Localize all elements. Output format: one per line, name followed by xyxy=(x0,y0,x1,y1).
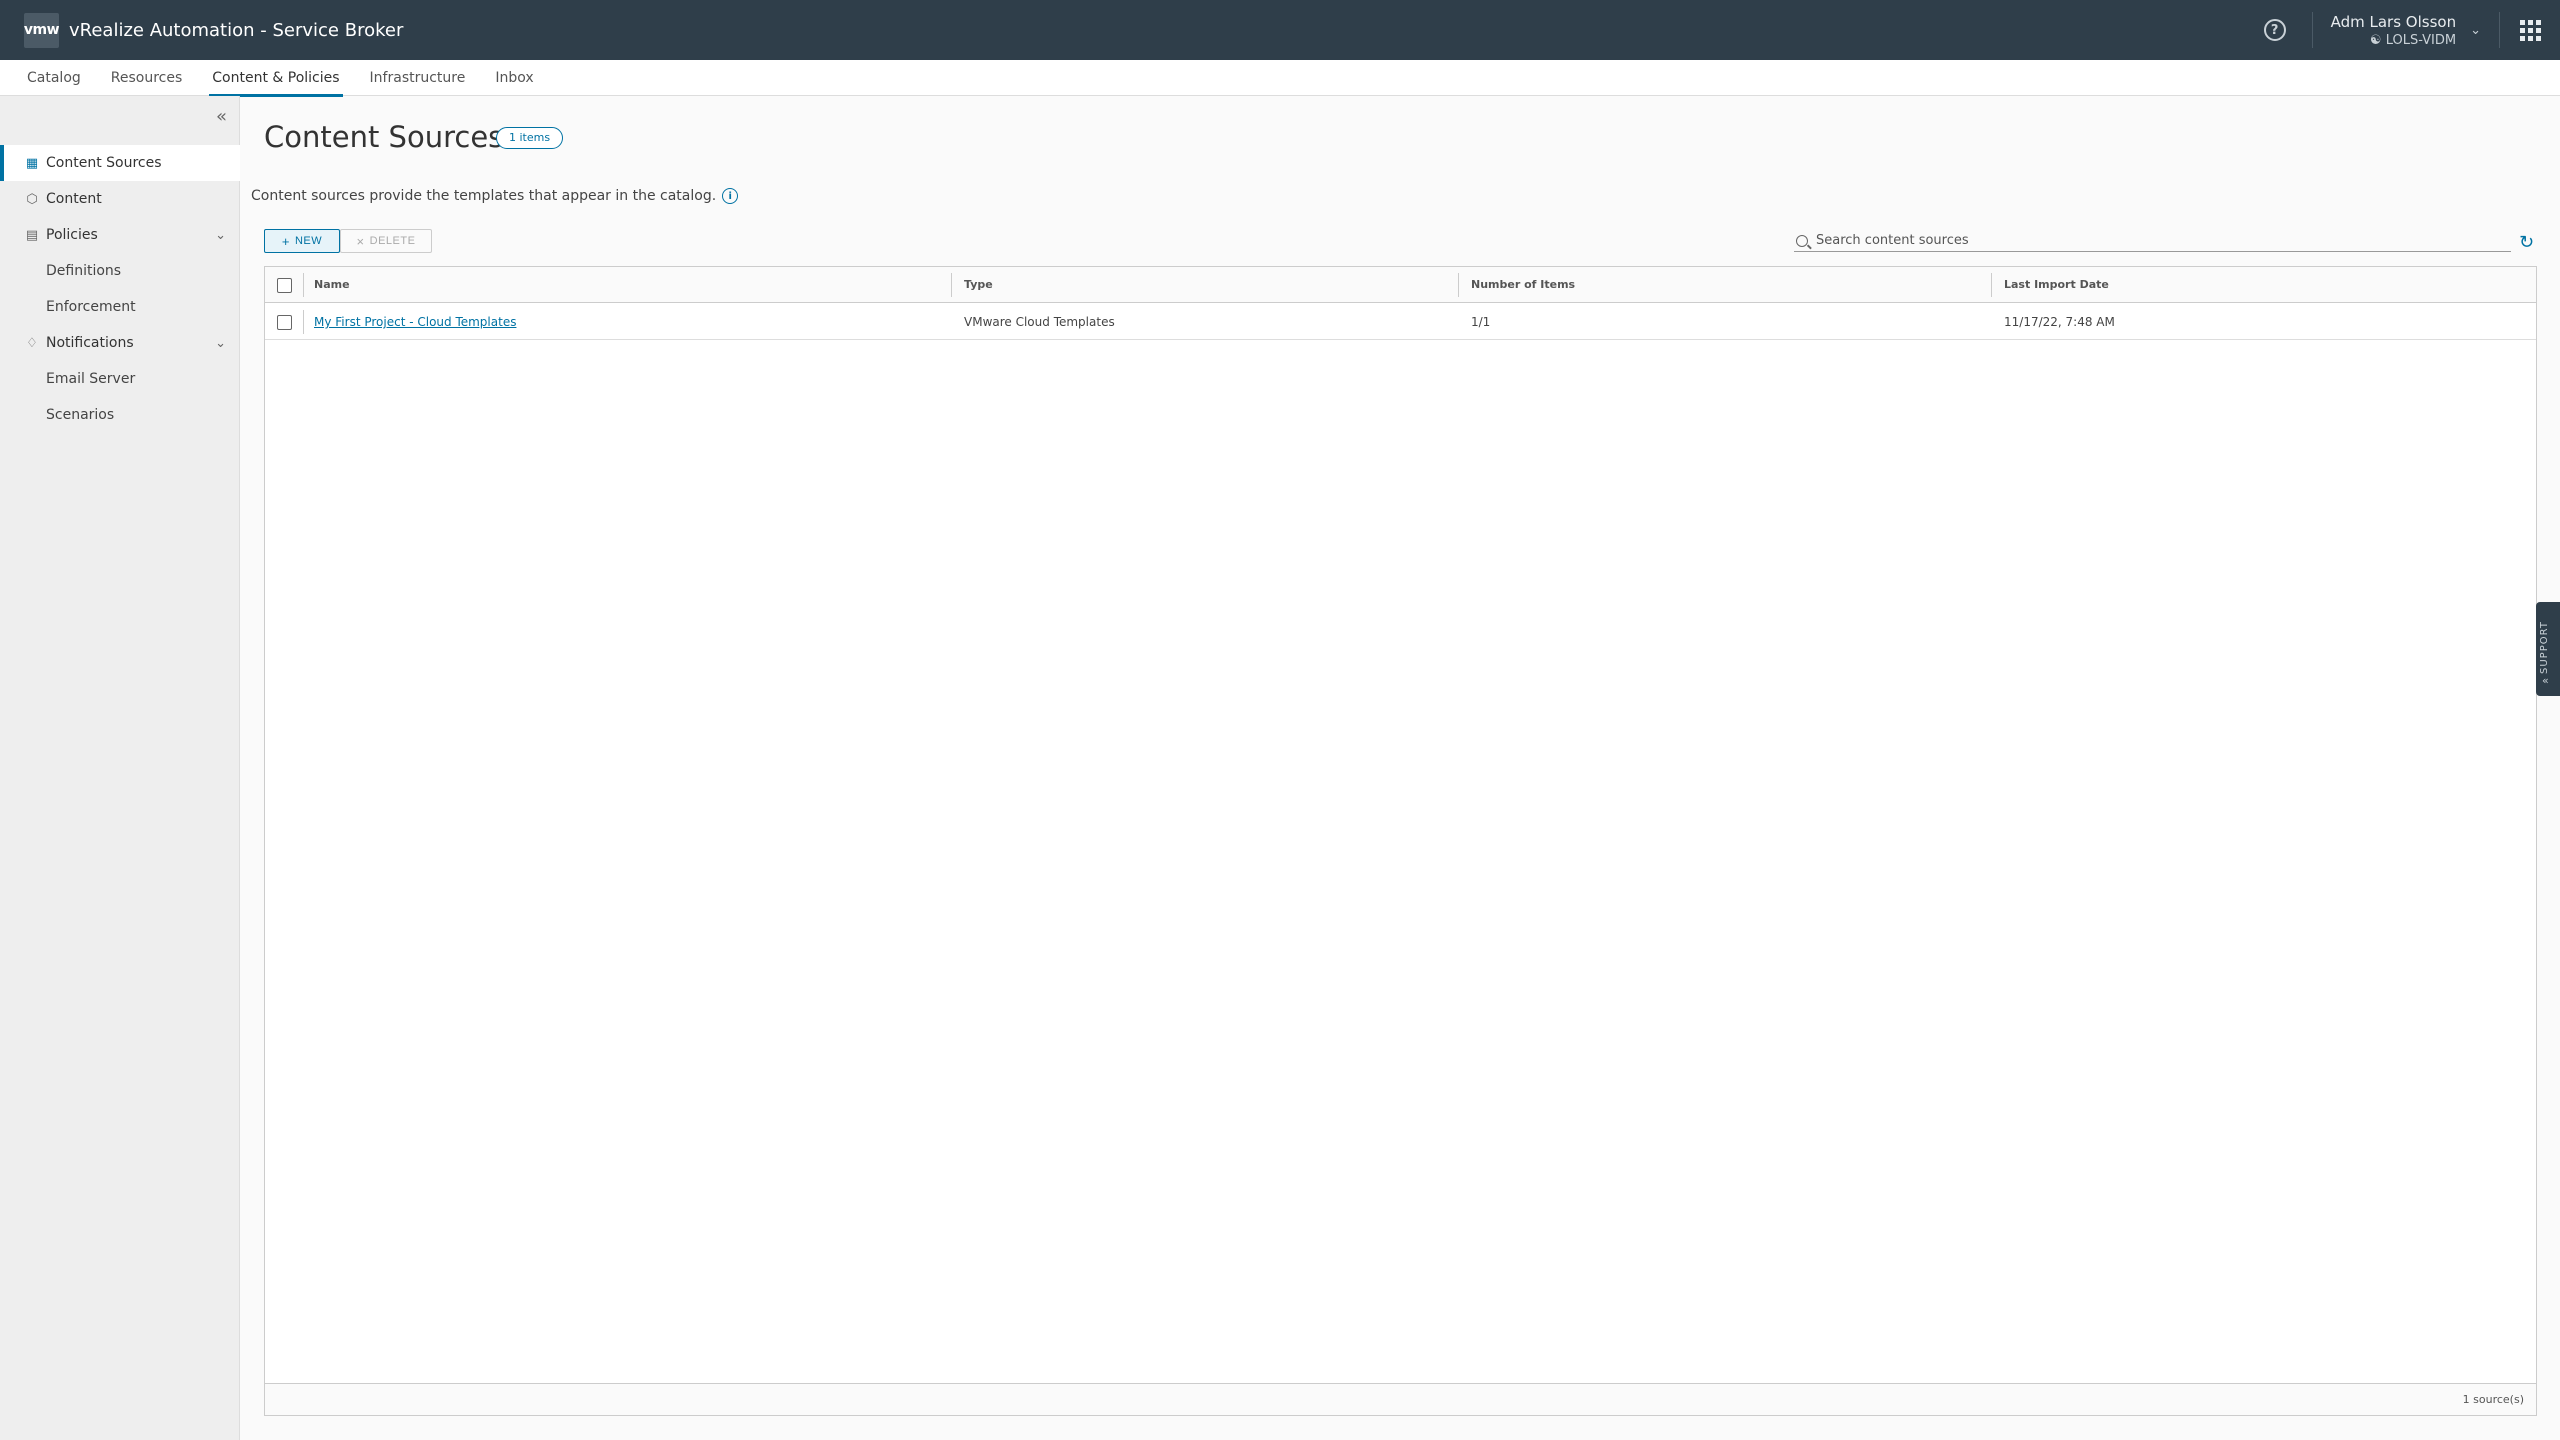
cell-last-import-date: 11/17/22, 7:48 AM xyxy=(2004,315,2115,329)
refresh-icon[interactable]: ↻ xyxy=(2519,232,2534,253)
column-separator[interactable] xyxy=(1458,273,1459,297)
tab-resources[interactable]: Resources xyxy=(111,60,183,96)
tab-content-policies[interactable]: Content & Policies xyxy=(209,60,343,97)
sidebar-item-label: Content xyxy=(46,191,102,207)
app-header: vmw vRealize Automation - Service Broker… xyxy=(0,0,2560,60)
column-header-number-of-items[interactable]: Number of Items xyxy=(1471,267,1575,303)
main-content: Content Sources 1 items Content sources … xyxy=(241,96,2560,1440)
cube-icon: ⬡ xyxy=(26,191,38,207)
policies-icon: ▤ xyxy=(25,227,39,243)
column-separator xyxy=(303,273,304,297)
content-sources-icon: ▦ xyxy=(25,155,39,171)
sidebar-item-label: Policies xyxy=(46,227,98,243)
column-separator[interactable] xyxy=(1991,273,1992,297)
tab-inbox[interactable]: Inbox xyxy=(495,60,533,96)
sidebar-item-label: Notifications xyxy=(46,335,134,351)
column-separator xyxy=(303,310,304,334)
chevron-down-icon: ⌄ xyxy=(2470,22,2481,38)
items-count-badge: 1 items xyxy=(496,127,564,149)
user-menu[interactable]: Adm Lars Olsson ☯ LOLS-VIDM ⌄ xyxy=(2313,13,2499,48)
info-icon[interactable]: i xyxy=(722,188,739,204)
sidebar-item-definitions[interactable]: Definitions xyxy=(0,253,240,289)
support-label: SUPPORT xyxy=(2539,621,2550,674)
grid-footer: 1 source(s) xyxy=(265,1383,2536,1415)
sidebar-item-notifications[interactable]: ♢ Notifications ⌄ xyxy=(0,325,240,361)
column-separator[interactable] xyxy=(951,273,952,297)
page-title: Content Sources xyxy=(264,120,504,154)
org-icon: ☯ xyxy=(2369,32,2386,48)
tenant-name: ☯ LOLS-VIDM xyxy=(2369,32,2457,48)
select-all-checkbox[interactable] xyxy=(277,278,292,293)
search-icon xyxy=(1796,234,1808,247)
sidebar-item-enforcement[interactable]: Enforcement xyxy=(0,289,240,325)
search-input[interactable] xyxy=(1816,233,2496,248)
support-panel-tab[interactable]: SUPPORT « xyxy=(2536,602,2560,696)
delete-button[interactable]: × DELETE xyxy=(340,229,432,253)
chevron-down-icon: ⌄ xyxy=(215,227,226,243)
row-checkbox[interactable] xyxy=(277,315,292,330)
user-name: Adm Lars Olsson xyxy=(2330,12,2457,31)
tab-infrastructure[interactable]: Infrastructure xyxy=(370,60,466,96)
column-header-name[interactable]: Name xyxy=(314,267,350,303)
cell-type: VMware Cloud Templates xyxy=(964,315,1115,329)
main-nav-tabs: Catalog Resources Content & Policies Inf… xyxy=(0,60,2560,97)
table-row: My First Project - Cloud Templates VMwar… xyxy=(265,304,2536,340)
vmware-logo: vmw xyxy=(24,12,60,48)
plus-icon: + xyxy=(281,233,290,249)
collapse-sidebar-icon[interactable]: « xyxy=(216,106,227,127)
sidebar-item-label: Content Sources xyxy=(46,155,162,171)
sidebar-item-email-server[interactable]: Email Server xyxy=(0,361,240,397)
close-icon: × xyxy=(356,233,365,249)
column-header-type[interactable]: Type xyxy=(964,267,993,303)
content-sources-grid: Name Type Number of Items Last Import Da… xyxy=(264,266,2537,1416)
sidebar-item-policies[interactable]: ▤ Policies ⌄ xyxy=(0,217,240,253)
bell-icon: ♢ xyxy=(26,335,38,351)
help-icon[interactable]: ? xyxy=(2263,19,2286,41)
search-box xyxy=(1794,230,2511,252)
grid-header: Name Type Number of Items Last Import Da… xyxy=(265,267,2536,303)
app-title: vRealize Automation - Service Broker xyxy=(69,19,404,41)
sidebar-item-content-sources[interactable]: ▦ Content Sources xyxy=(0,145,240,181)
sidebar-item-scenarios[interactable]: Scenarios xyxy=(0,397,240,433)
chevron-down-icon: ⌄ xyxy=(215,335,226,351)
new-button[interactable]: + NEW xyxy=(264,229,340,253)
tab-catalog[interactable]: Catalog xyxy=(27,60,81,96)
app-switcher-icon[interactable] xyxy=(2500,0,2560,60)
sidebar-item-content[interactable]: ⬡ Content xyxy=(0,181,240,217)
column-header-last-import-date[interactable]: Last Import Date xyxy=(2004,267,2109,303)
footer-count: 1 source(s) xyxy=(2462,1393,2524,1406)
chevron-left-icon: « xyxy=(2542,674,2549,687)
cell-number-of-items: 1/1 xyxy=(1471,315,1491,329)
sidebar: « ▦ Content Sources ⬡ Content ▤ Policies… xyxy=(0,96,240,1440)
content-source-link[interactable]: My First Project - Cloud Templates xyxy=(314,304,516,340)
page-description: Content sources provide the templates th… xyxy=(251,188,739,204)
